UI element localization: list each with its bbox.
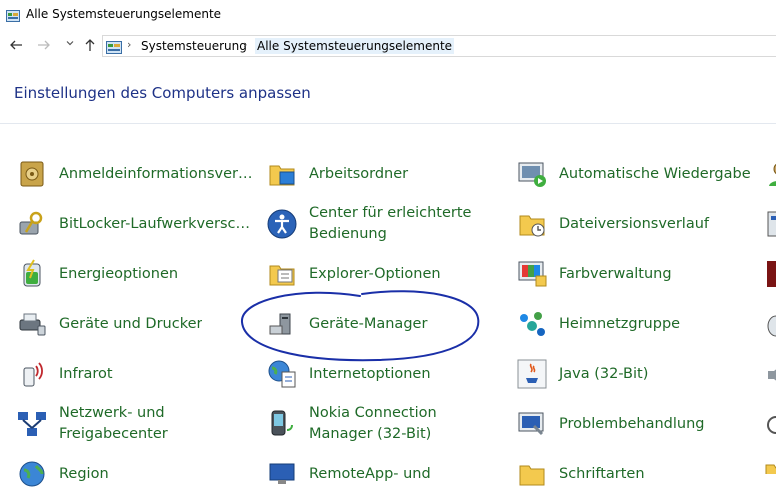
fonts-folder-icon bbox=[516, 458, 548, 490]
flash-player-icon[interactable] bbox=[766, 260, 776, 288]
breadcrumb-control-panel[interactable]: Systemsteuerung bbox=[141, 38, 247, 54]
item-troubleshooting[interactable]: Problembehandlung bbox=[516, 400, 705, 448]
breadcrumb-separator-icon[interactable]: › bbox=[127, 38, 131, 51]
homegroup-icon bbox=[516, 308, 548, 340]
item-label: Infrarot bbox=[59, 365, 113, 382]
ease-of-access-icon bbox=[266, 208, 298, 240]
item-device-manager[interactable]: Geräte-Manager bbox=[266, 300, 427, 348]
device-manager-icon bbox=[266, 308, 298, 340]
breadcrumb-all-items[interactable]: Alle Systemsteuerungselemente bbox=[255, 38, 455, 54]
user-accounts-icon[interactable] bbox=[764, 158, 776, 190]
item-label: Dateiversionsverlauf bbox=[559, 215, 710, 232]
up-arrow-icon[interactable] bbox=[82, 38, 98, 54]
printer-icon bbox=[16, 308, 48, 340]
item-label: Schriftarten bbox=[559, 465, 645, 482]
item-label: Energieoptionen bbox=[59, 265, 179, 282]
page-title: Einstellungen des Computers anpassen bbox=[14, 84, 311, 102]
item-label: Internetoptionen bbox=[309, 365, 431, 382]
globe-icon bbox=[16, 458, 48, 490]
item-java[interactable]: Java (32-Bit) bbox=[516, 350, 648, 398]
item-autoplay[interactable]: Automatische Wiedergabe bbox=[516, 150, 751, 198]
item-devices-printers[interactable]: Geräte und Drucker bbox=[16, 300, 202, 348]
work-folders-icon bbox=[266, 158, 298, 190]
item-label: RemoteApp- und bbox=[309, 465, 431, 482]
item-internet-options[interactable]: Internetoptionen bbox=[266, 350, 431, 398]
item-label: Region bbox=[59, 465, 109, 482]
network-icon bbox=[16, 408, 48, 440]
control-panel-icon bbox=[6, 7, 20, 26]
item-network-sharing[interactable]: Netzwerk- und Freigabecenter bbox=[16, 400, 168, 448]
item-file-history[interactable]: Dateiversionsverlauf bbox=[516, 200, 709, 248]
autoplay-icon bbox=[516, 158, 548, 190]
item-nokia-connection[interactable]: Nokia Connection Manager (32-Bit) bbox=[266, 400, 437, 448]
item-label: Geräte-Manager bbox=[309, 315, 428, 332]
breadcrumb-separator-icon[interactable]: › bbox=[243, 38, 247, 51]
item-remoteapp[interactable]: RemoteApp- und bbox=[266, 450, 431, 498]
item-credential-manager[interactable]: Anmeldeinformationsverwaltung bbox=[16, 150, 254, 198]
control-panel-icon bbox=[106, 39, 122, 58]
forward-arrow-icon[interactable] bbox=[36, 38, 52, 54]
item-label: Anmeldeinformationsverwaltung bbox=[59, 165, 254, 182]
item-fonts[interactable]: Schriftarten bbox=[516, 450, 645, 498]
item-label: Heimnetzgruppe bbox=[559, 315, 681, 332]
chevron-down-icon[interactable] bbox=[62, 38, 78, 54]
header-divider bbox=[0, 123, 776, 124]
folder-icon[interactable] bbox=[764, 460, 776, 474]
calculator-icon[interactable] bbox=[766, 210, 776, 238]
safe-icon bbox=[16, 158, 48, 190]
item-label: Explorer-Optionen bbox=[309, 265, 441, 282]
troubleshooting-icon bbox=[516, 408, 548, 440]
item-power-options[interactable]: Energieoptionen bbox=[16, 250, 178, 298]
back-arrow-icon[interactable] bbox=[8, 38, 24, 54]
color-management-icon bbox=[516, 258, 548, 290]
battery-icon bbox=[16, 258, 48, 290]
folder-options-icon bbox=[266, 258, 298, 290]
internet-options-icon bbox=[266, 358, 298, 390]
item-work-folders[interactable]: Arbeitsordner bbox=[266, 150, 408, 198]
speaker-icon[interactable] bbox=[764, 362, 776, 388]
item-homegroup[interactable]: Heimnetzgruppe bbox=[516, 300, 680, 348]
window-title: Alle Systemsteuerungselemente bbox=[26, 7, 222, 21]
bitlocker-key-icon bbox=[16, 208, 48, 240]
title-bar: Alle Systemsteuerungselemente bbox=[0, 0, 776, 30]
item-label: BitLocker-Laufwerkverschlüsselung bbox=[59, 215, 254, 232]
navigation-bar: › Systemsteuerung › Alle Systemsteuerung… bbox=[0, 30, 776, 62]
mouse-icon[interactable] bbox=[764, 312, 776, 338]
infrared-icon bbox=[16, 358, 48, 390]
item-label: Nokia Connection Manager (32-Bit) bbox=[309, 405, 437, 442]
sync-center-icon[interactable] bbox=[764, 412, 776, 438]
item-label: Netzwerk- und Freigabecenter bbox=[59, 405, 168, 442]
item-label: Farbverwaltung bbox=[559, 265, 672, 282]
item-explorer-options[interactable]: Explorer-Optionen bbox=[266, 250, 441, 298]
java-icon bbox=[516, 358, 548, 390]
item-label: Arbeitsordner bbox=[309, 165, 409, 182]
item-label: Java (32-Bit) bbox=[559, 365, 649, 382]
item-label: Automatische Wiedergabe bbox=[559, 165, 751, 182]
remote-desktop-icon bbox=[266, 458, 298, 490]
item-bitlocker[interactable]: BitLocker-Laufwerkverschlüsselung bbox=[16, 200, 254, 248]
item-label: Geräte und Drucker bbox=[59, 315, 203, 332]
item-region[interactable]: Region bbox=[16, 450, 109, 498]
item-ease-of-access[interactable]: Center für erleichterte Bedienung bbox=[266, 200, 471, 248]
phone-icon bbox=[266, 408, 298, 440]
item-label: Center für erleichterte Bedienung bbox=[309, 205, 472, 242]
item-color-management[interactable]: Farbverwaltung bbox=[516, 250, 672, 298]
address-bar[interactable]: › Systemsteuerung › Alle Systemsteuerung… bbox=[102, 35, 776, 57]
file-history-icon bbox=[516, 208, 548, 240]
item-label: Problembehandlung bbox=[559, 415, 705, 432]
item-infrared[interactable]: Infrarot bbox=[16, 350, 113, 398]
